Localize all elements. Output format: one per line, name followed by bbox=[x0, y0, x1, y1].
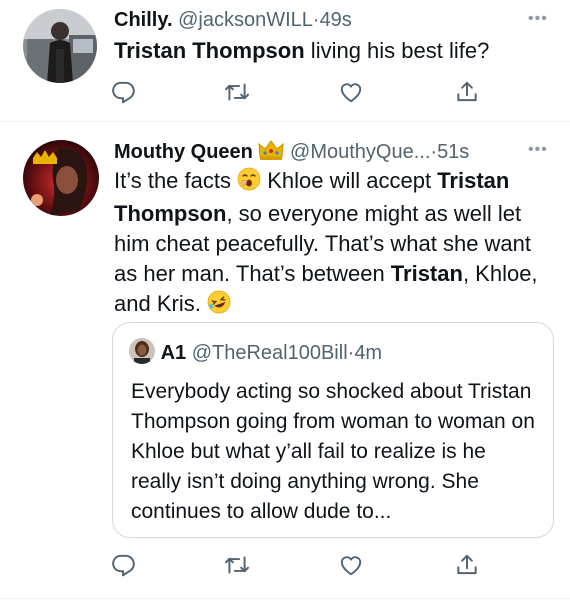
quoted-user-handle[interactable]: @TheReal100Bill bbox=[192, 342, 348, 364]
quoted-timestamp[interactable]: 4m bbox=[354, 342, 382, 364]
tweet-actions bbox=[0, 77, 570, 107]
tweet-text-line: as her man. That’s between Tristan, Khlo… bbox=[114, 261, 538, 286]
quoted-tweet-header: A1 @TheReal100Bill·4m bbox=[129, 338, 382, 370]
tweet-text-line: Thompson, so everyone might as well let bbox=[114, 201, 522, 226]
quoted-avatar[interactable] bbox=[129, 338, 155, 370]
tweet-text-line: him cheat peacefully. That’s what she wa… bbox=[114, 231, 532, 256]
tweet-divider bbox=[0, 598, 570, 599]
rolling-laughing-icon bbox=[207, 290, 231, 314]
share-button[interactable] bbox=[452, 550, 482, 580]
reply-button[interactable] bbox=[108, 550, 138, 580]
separator-dot: · bbox=[312, 9, 320, 31]
tweet-text-rest: living his best life? bbox=[304, 38, 490, 63]
reply-button[interactable] bbox=[108, 77, 138, 107]
retweet-icon bbox=[224, 83, 250, 101]
retweet-icon bbox=[224, 556, 250, 574]
rolling-laughing-emoji bbox=[207, 290, 231, 322]
mention-bold: Thompson bbox=[114, 201, 227, 226]
yawning-face-icon bbox=[237, 167, 261, 191]
avatar-mouthy-queen[interactable] bbox=[23, 140, 99, 216]
more-options-icon[interactable]: ••• bbox=[528, 10, 548, 28]
share-icon bbox=[457, 81, 477, 102]
quoted-tweet[interactable]: A1 @TheReal100Bill·4m Everybody acting s… bbox=[112, 322, 554, 538]
retweet-button[interactable] bbox=[222, 77, 252, 107]
like-icon bbox=[340, 556, 362, 576]
tweet-header: Mouthy Queen @MouthyQue...·51s bbox=[114, 139, 469, 167]
more-options-icon[interactable]: ••• bbox=[528, 141, 548, 159]
user-handle[interactable]: @jacksonWILL bbox=[178, 9, 313, 31]
quoted-display-name[interactable]: A1 bbox=[161, 342, 187, 364]
like-button[interactable] bbox=[336, 550, 366, 580]
tweet-text-line: and Kris. bbox=[114, 289, 554, 322]
tweet-text-line: It’s the facts Khloe will accept Tristan bbox=[114, 166, 554, 199]
reply-icon bbox=[112, 81, 135, 104]
reply-icon bbox=[112, 554, 135, 577]
tweet-chilly[interactable]: Chilly. @jacksonWILL·49s ••• Tristan Tho… bbox=[0, 0, 570, 120]
display-name[interactable]: Mouthy Queen bbox=[114, 141, 253, 163]
avatar-chilly-image bbox=[23, 9, 97, 83]
tweet-text: It’s the facts Khloe will accept Tristan… bbox=[114, 166, 554, 322]
display-name[interactable]: Chilly. bbox=[114, 9, 173, 31]
like-icon bbox=[340, 83, 362, 103]
tweet-actions bbox=[0, 550, 570, 580]
share-icon bbox=[457, 554, 477, 575]
crown-emoji bbox=[258, 139, 285, 167]
tweet-text: Tristan Thompson living his best life? bbox=[114, 36, 489, 66]
avatar-chilly[interactable] bbox=[23, 9, 97, 83]
mention-bold: Tristan bbox=[390, 261, 463, 286]
retweet-button[interactable] bbox=[222, 550, 252, 580]
user-handle[interactable]: @MouthyQue... bbox=[290, 141, 430, 163]
timestamp[interactable]: 49s bbox=[320, 9, 352, 31]
tweet-header: Chilly. @jacksonWILL·49s bbox=[114, 8, 352, 32]
mention-bold: Tristan bbox=[437, 168, 510, 193]
avatar-mouthy-queen-image bbox=[23, 140, 99, 216]
quoted-avatar-image bbox=[129, 338, 155, 364]
quoted-tweet-text: Everybody acting so shocked about Trista… bbox=[131, 380, 535, 523]
timestamp[interactable]: 51s bbox=[437, 141, 469, 163]
like-button[interactable] bbox=[336, 77, 366, 107]
mention-bold: Tristan Thompson bbox=[114, 38, 305, 63]
share-button[interactable] bbox=[452, 77, 482, 107]
crown-icon bbox=[258, 140, 285, 160]
yawning-face-emoji bbox=[237, 167, 261, 199]
